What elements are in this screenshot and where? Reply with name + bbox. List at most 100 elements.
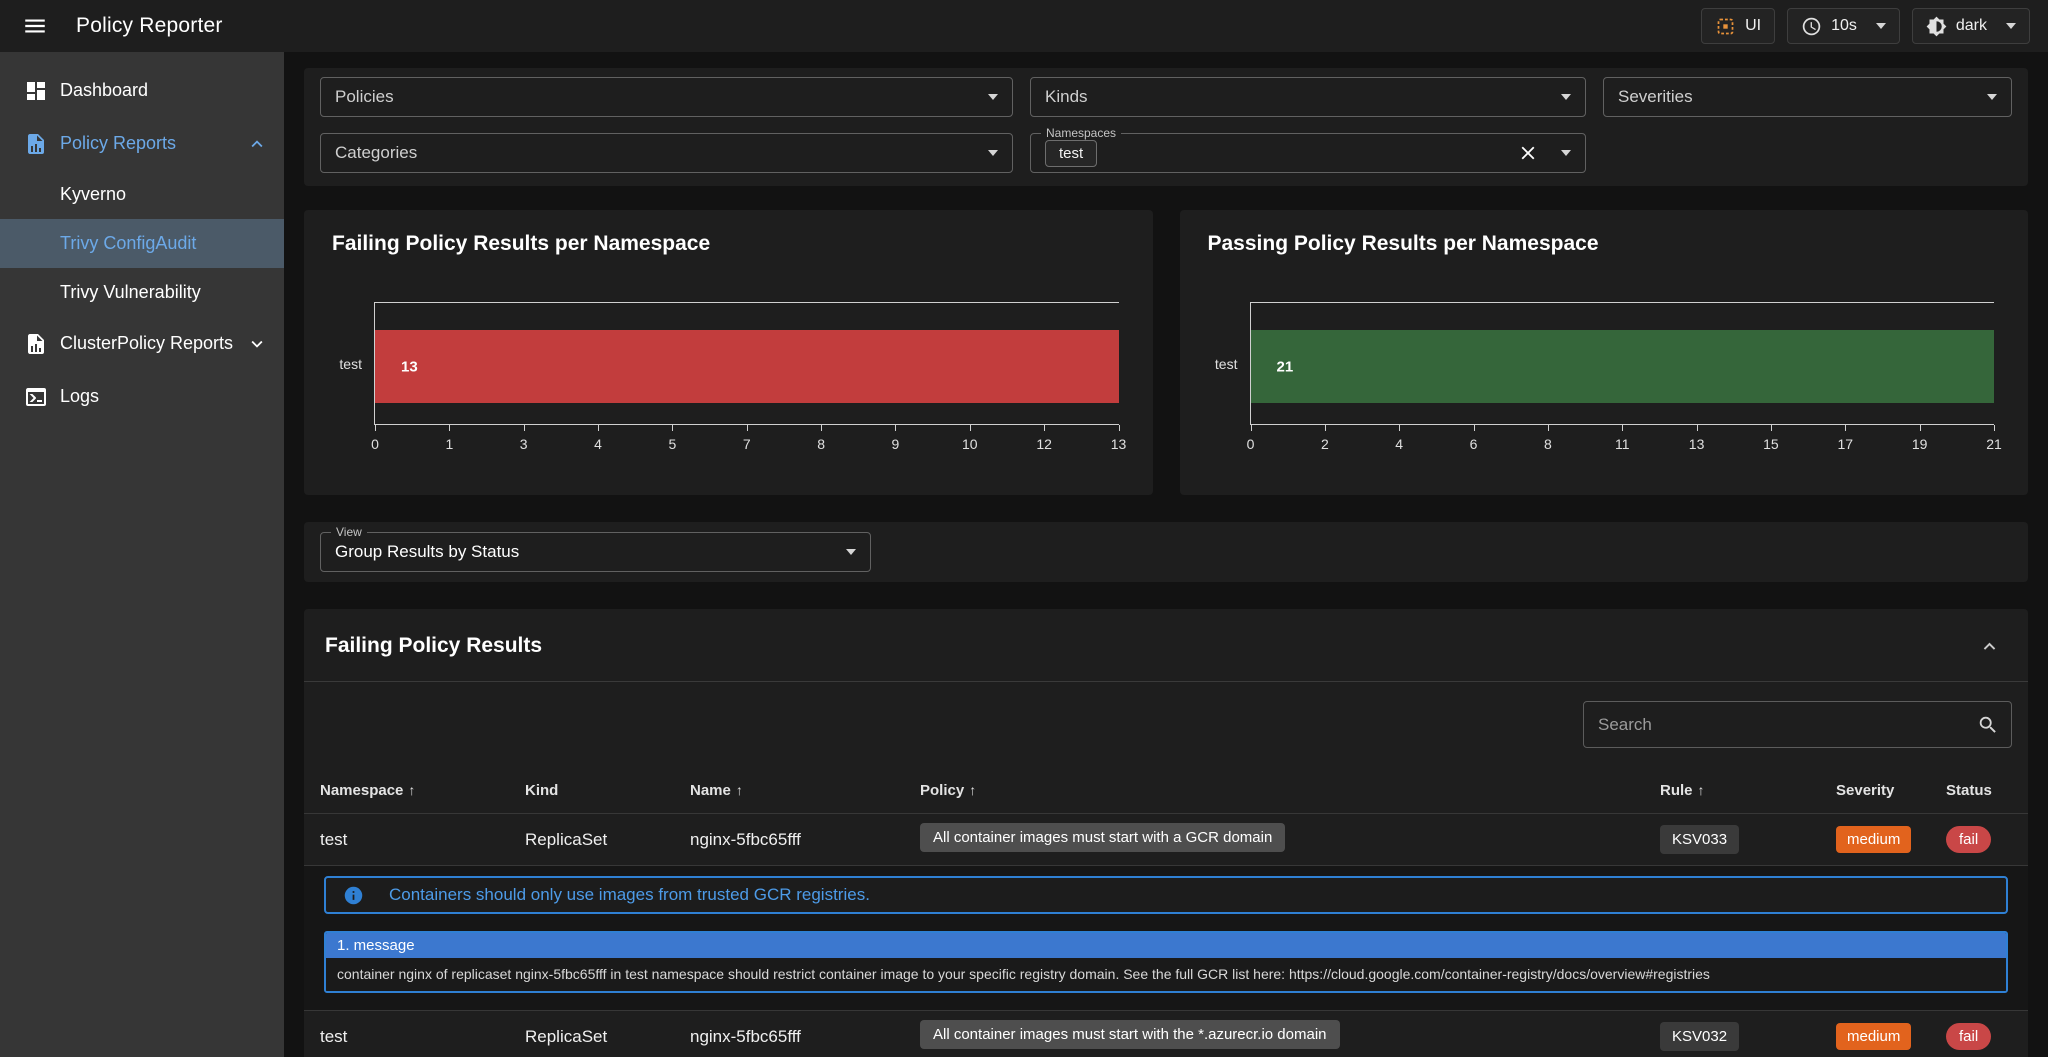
menu-icon[interactable] bbox=[22, 13, 48, 39]
policy-chip[interactable]: All container images must start with the… bbox=[920, 1020, 1340, 1049]
policies-select-label: Policies bbox=[335, 87, 394, 107]
axis-tick-label: 2 bbox=[1321, 436, 1329, 452]
sidebar-item-clusterpolicy-reports[interactable]: ClusterPolicy Reports bbox=[0, 317, 284, 370]
sidebar-item-label: Kyverno bbox=[60, 184, 126, 205]
caret-down-icon bbox=[1987, 94, 1997, 100]
chart-bar-value: 13 bbox=[401, 358, 418, 375]
axis-tick-label: 1 bbox=[445, 436, 453, 452]
axis-tick-mark bbox=[524, 425, 525, 431]
cell-name: nginx-5fbc65fff bbox=[690, 1027, 920, 1047]
column-header-status[interactable]: Status bbox=[1946, 782, 2012, 799]
axis-tick-mark bbox=[1548, 425, 1549, 431]
chevron-down-icon bbox=[246, 333, 268, 355]
axis-tick-label: 19 bbox=[1912, 436, 1928, 452]
axis-tick-label: 8 bbox=[817, 436, 825, 452]
table-row[interactable]: test ReplicaSet nginx-5fbc65fff All cont… bbox=[304, 1010, 2028, 1057]
axis-tick-label: 0 bbox=[1247, 436, 1255, 452]
sidebar: Dashboard Policy Reports Kyverno Trivy C… bbox=[0, 52, 284, 1057]
axis-tick-label: 3 bbox=[520, 436, 528, 452]
failing-results-card: Failing Policy Results Namespace↑ Kind bbox=[304, 609, 2028, 1057]
ui-version-button[interactable]: UI bbox=[1701, 8, 1775, 44]
kinds-select[interactable]: Kinds bbox=[1030, 77, 1586, 117]
result-message-block: 1. message container nginx of replicaset… bbox=[324, 931, 2008, 993]
sidebar-item-label: Dashboard bbox=[60, 80, 268, 101]
ui-version-icon bbox=[1715, 16, 1736, 37]
axis-tick-label: 11 bbox=[1615, 436, 1630, 452]
app-title: Policy Reporter bbox=[76, 14, 223, 38]
table-row[interactable]: test ReplicaSet nginx-5fbc65fff All cont… bbox=[304, 813, 2028, 865]
sidebar-item-label: Trivy ConfigAudit bbox=[60, 233, 196, 254]
chart-bar[interactable]: 21 bbox=[1251, 330, 1995, 404]
chart-category-label: test bbox=[1215, 356, 1238, 372]
sidebar-item-logs[interactable]: Logs bbox=[0, 370, 284, 423]
sidebar-item-label: Policy Reports bbox=[60, 133, 246, 154]
axis-tick-label: 5 bbox=[668, 436, 676, 452]
results-title: Failing Policy Results bbox=[325, 634, 1978, 658]
filters-card: Policies Kinds Severities Categories Nam… bbox=[304, 68, 2028, 186]
chart-title: Passing Policy Results per Namespace bbox=[1208, 232, 2001, 256]
categories-select[interactable]: Categories bbox=[320, 133, 1013, 173]
result-message-label: 1. message bbox=[326, 933, 2006, 958]
view-select[interactable]: View Group Results by Status bbox=[320, 532, 871, 572]
rule-chip[interactable]: KSV032 bbox=[1660, 1022, 1739, 1051]
clock-icon bbox=[1801, 16, 1822, 37]
axis-tick-label: 13 bbox=[1689, 436, 1705, 452]
caret-down-icon bbox=[988, 150, 998, 156]
passing-bar-chart: test 21 02468111315171921 bbox=[1250, 302, 1995, 425]
axis-tick-label: 15 bbox=[1763, 436, 1779, 452]
file-chart-icon bbox=[24, 332, 48, 356]
axis-tick-mark bbox=[598, 425, 599, 431]
column-header-name[interactable]: Name↑ bbox=[690, 782, 920, 799]
namespaces-select[interactable]: Namespaces test bbox=[1030, 133, 1586, 173]
collapse-icon[interactable] bbox=[1978, 635, 2001, 658]
clear-icon[interactable] bbox=[1517, 142, 1539, 164]
axis-tick-label: 0 bbox=[371, 436, 379, 452]
cell-namespace: test bbox=[320, 830, 525, 850]
namespace-chip[interactable]: test bbox=[1045, 140, 1097, 167]
axis-tick-label: 4 bbox=[1395, 436, 1403, 452]
view-card: View Group Results by Status bbox=[304, 522, 2028, 582]
chart-bar-value: 21 bbox=[1277, 358, 1294, 375]
dashboard-icon bbox=[24, 79, 48, 103]
policy-chip[interactable]: All container images must start with a G… bbox=[920, 823, 1285, 852]
charts-row: Failing Policy Results per Namespace tes… bbox=[304, 210, 2028, 495]
axis-tick-label: 4 bbox=[594, 436, 602, 452]
column-header-policy[interactable]: Policy↑ bbox=[920, 782, 1660, 799]
column-header-namespace[interactable]: Namespace↑ bbox=[320, 782, 525, 799]
theme-select[interactable]: dark bbox=[1912, 8, 2030, 44]
caret-down-icon bbox=[1876, 23, 1886, 29]
sidebar-item-trivy-configaudit[interactable]: Trivy ConfigAudit bbox=[0, 219, 284, 268]
failing-bar-chart: test 13 01345789101213 bbox=[374, 302, 1119, 425]
search-icon[interactable] bbox=[1977, 714, 1999, 736]
sidebar-item-kyverno[interactable]: Kyverno bbox=[0, 170, 284, 219]
axis-tick-mark bbox=[1697, 425, 1698, 431]
view-select-label: View bbox=[331, 525, 367, 539]
results-header: Failing Policy Results bbox=[304, 609, 2028, 681]
app-bar-actions: UI 10s dark bbox=[1701, 8, 2030, 44]
sidebar-item-label: ClusterPolicy Reports bbox=[60, 333, 246, 354]
severity-badge: medium bbox=[1836, 826, 1911, 853]
sidebar-item-policy-reports[interactable]: Policy Reports bbox=[0, 117, 284, 170]
policy-description-alert: Containers should only use images from t… bbox=[324, 876, 2008, 914]
refresh-interval-select[interactable]: 10s bbox=[1787, 8, 1900, 44]
axis-tick-mark bbox=[1325, 425, 1326, 431]
search-input[interactable] bbox=[1598, 715, 1977, 735]
table-header-row: Namespace↑ Kind Name↑ Policy↑ Rule↑ Seve… bbox=[304, 767, 2028, 813]
column-header-kind[interactable]: Kind bbox=[525, 782, 690, 799]
axis-tick-label: 17 bbox=[1838, 436, 1854, 452]
axis-tick-mark bbox=[1044, 425, 1045, 431]
sort-asc-icon: ↑ bbox=[736, 782, 743, 798]
column-header-severity[interactable]: Severity bbox=[1836, 782, 1946, 799]
sidebar-item-label: Trivy Vulnerability bbox=[60, 282, 201, 303]
axis-tick-mark bbox=[449, 425, 450, 431]
cell-namespace: test bbox=[320, 1027, 525, 1047]
severities-select[interactable]: Severities bbox=[1603, 77, 2012, 117]
policies-select[interactable]: Policies bbox=[320, 77, 1013, 117]
column-header-rule[interactable]: Rule↑ bbox=[1660, 782, 1836, 799]
passing-chart-card: Passing Policy Results per Namespace tes… bbox=[1180, 210, 2029, 495]
chart-bar[interactable]: 13 bbox=[375, 330, 1119, 404]
axis-tick-mark bbox=[821, 425, 822, 431]
rule-chip[interactable]: KSV033 bbox=[1660, 825, 1739, 854]
sidebar-item-trivy-vulnerability[interactable]: Trivy Vulnerability bbox=[0, 268, 284, 317]
sidebar-item-dashboard[interactable]: Dashboard bbox=[0, 64, 284, 117]
